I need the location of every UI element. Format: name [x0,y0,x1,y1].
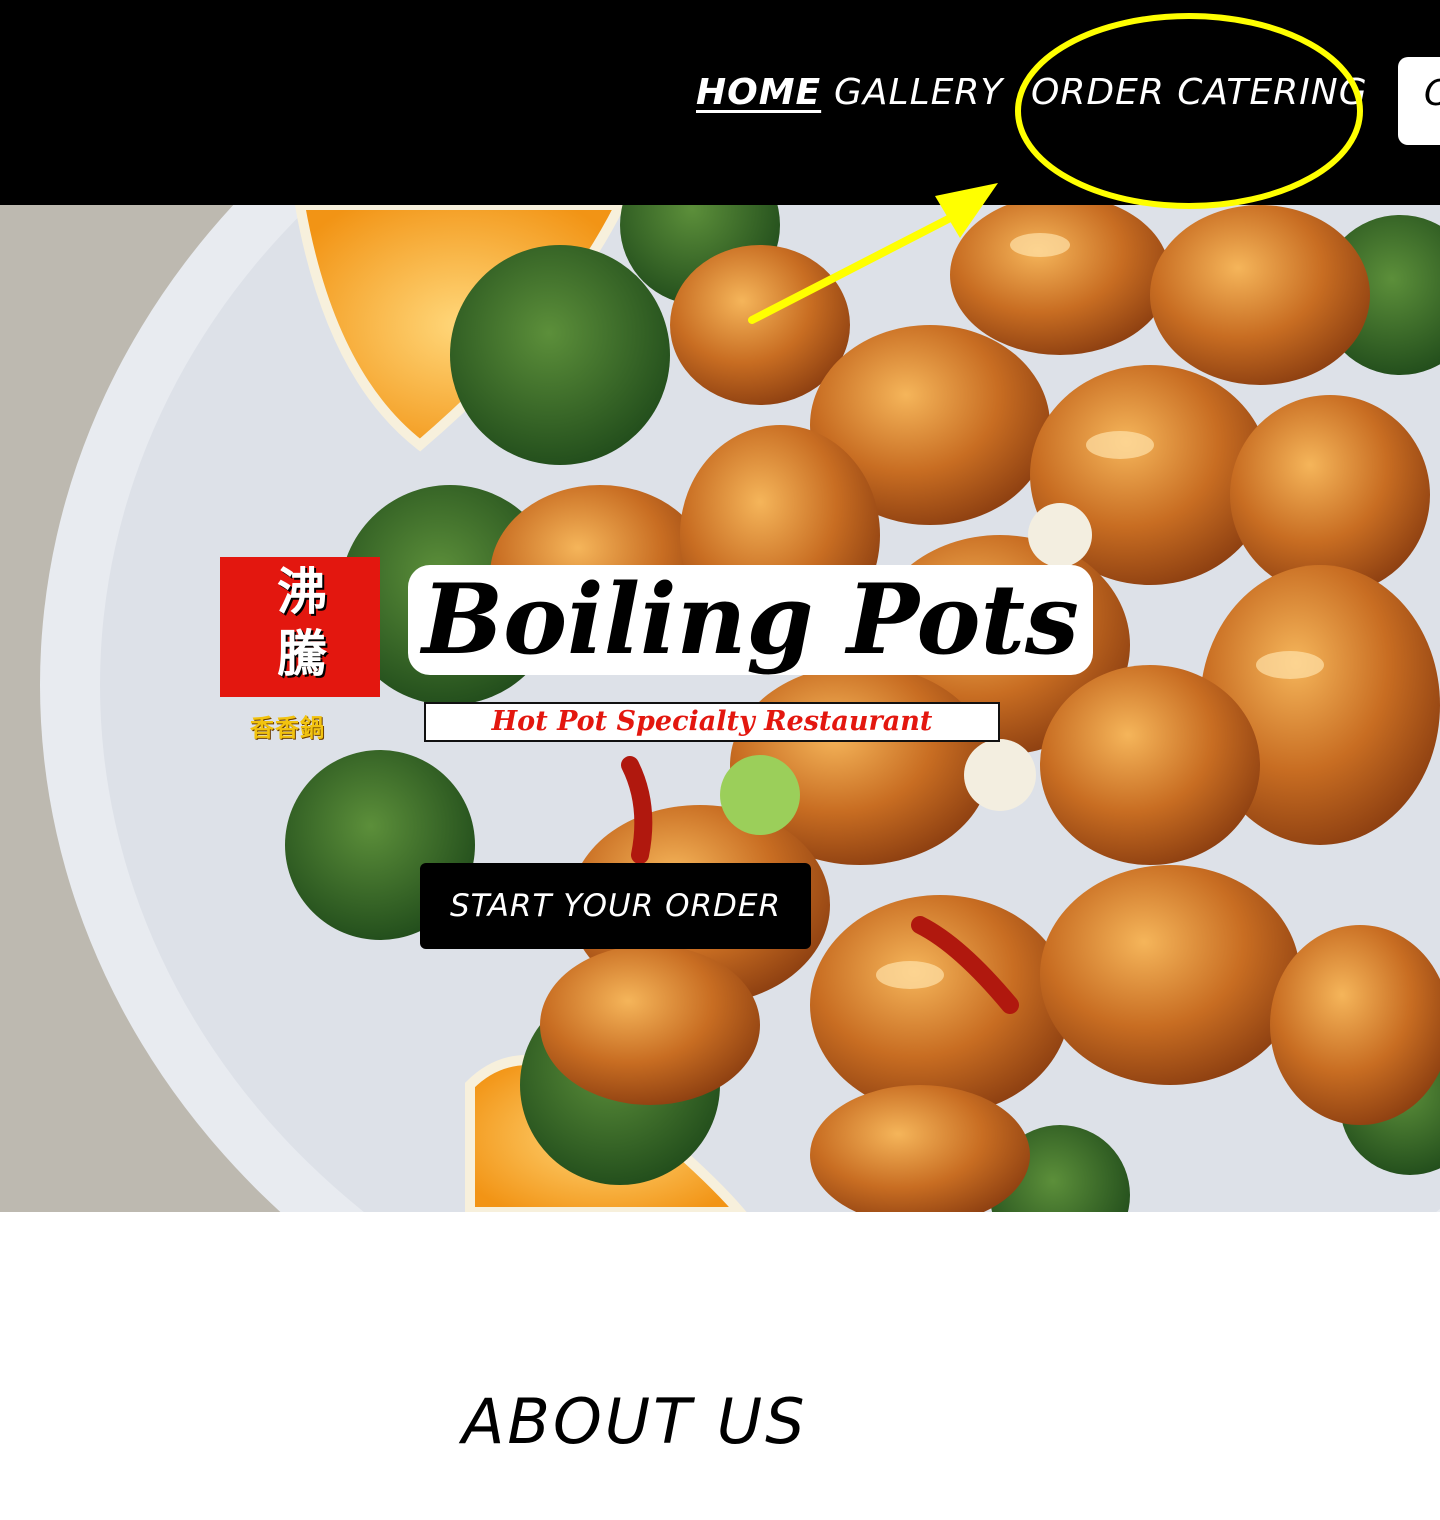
nav-home-link[interactable]: HOME [696,72,821,113]
page: HOME GALLERY ORDER CATERING O [0,0,1440,1520]
start-your-order-button[interactable]: START YOUR ORDER [420,863,811,949]
nav-order-catering-link[interactable]: ORDER CATERING [1031,72,1368,113]
nav-order-button[interactable]: O [1398,57,1440,145]
brand-logo-name: Boiling Pots [408,565,1093,675]
nav-order-button-label: O [1424,73,1440,114]
brand-tagline: Hot Pot Specialty Restaurant [424,702,1000,742]
hero-banner: 沸騰 香香鍋 Boiling Pots Hot Pot Specialty Re… [0,205,1440,1212]
brand-chinese-subtitle: 香香鍋 [250,714,325,742]
site-header: HOME GALLERY ORDER CATERING O [0,0,1440,205]
brand-chinese-name: 沸騰 [277,563,327,683]
brand-logo-red-block: 沸騰 [220,557,380,697]
about-us-heading: ABOUT US [462,1385,808,1458]
nav-gallery-link[interactable]: GALLERY [834,72,1003,113]
